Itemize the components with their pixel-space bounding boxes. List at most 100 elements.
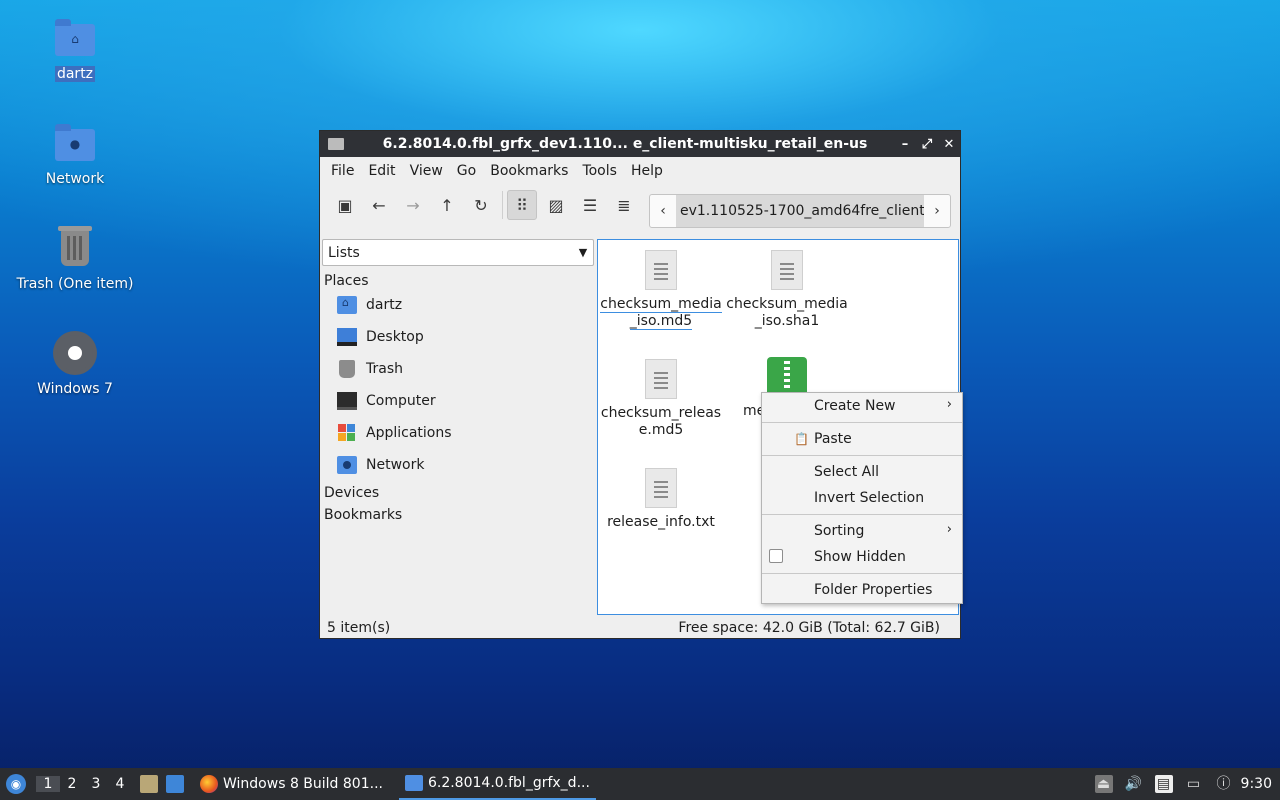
task-label: 6.2.8014.0.fbl_grfx_d... (427, 775, 590, 791)
task-firefox[interactable]: Windows 8 Build 801... (194, 768, 389, 800)
menu-item-select-all[interactable]: Select All (762, 459, 962, 485)
file-item[interactable]: checksum_media _iso.sha1 (726, 244, 848, 330)
menu-separator (762, 514, 962, 515)
sidebar-item-trash[interactable]: Trash (321, 353, 595, 385)
detailed-list-view-icon[interactable]: ≣ (609, 190, 639, 220)
menu-item-label: Paste (814, 431, 852, 447)
taskbar: ◉ 1 2 3 4 Windows 8 Build 801... 6.2.801… (0, 768, 1280, 800)
icon-view-icon[interactable]: ⠿ (507, 190, 537, 220)
trash-icon (339, 360, 355, 378)
text-file-icon (645, 468, 677, 508)
sidebar-mode-select[interactable]: Lists ▼ (322, 239, 594, 266)
system-tray: ⏏ 🔊 ▤ ▭ ⓘ 9:30 (1089, 768, 1280, 800)
menu-go[interactable]: Go (450, 163, 483, 179)
new-tab-icon[interactable]: ▣ (330, 190, 360, 220)
show-hidden-checkbox[interactable] (769, 549, 783, 563)
menu-item-label: Select All (814, 464, 879, 480)
compact-view-icon[interactable]: ☰ (575, 190, 605, 220)
menu-help[interactable]: Help (624, 163, 670, 179)
maximize-button[interactable]: ⤢ (916, 137, 938, 152)
context-menu: Create New › 📋 Paste Select All Invert S… (761, 392, 963, 604)
file-item[interactable]: checksum_media _iso.md5 (600, 244, 722, 330)
path-scroll-left-icon[interactable]: ‹ (650, 195, 676, 227)
clipboard-icon[interactable]: ▤ (1154, 775, 1173, 793)
close-button[interactable]: ✕ (938, 137, 960, 152)
volume-icon[interactable]: 🔊 (1125, 775, 1143, 793)
sidebar-mode-value: Lists (328, 244, 360, 261)
clock[interactable]: 9:30 (1241, 776, 1272, 792)
bookmarks-header[interactable]: Bookmarks (321, 501, 595, 523)
desktop-icon-windows7[interactable]: Windows 7 (10, 329, 140, 397)
workspace-2[interactable]: 2 (60, 776, 84, 792)
menu-item-paste[interactable]: 📋 Paste (762, 426, 962, 452)
desktop-icon-label: Network (45, 171, 105, 187)
network-icon[interactable]: ▭ (1185, 775, 1203, 793)
task-file-manager[interactable]: 6.2.8014.0.fbl_grfx_d... (398, 768, 596, 800)
file-name: checksum_media _iso.sha1 (726, 296, 848, 329)
task-label: Windows 8 Build 801... (223, 776, 383, 792)
clipboard-icon: 📋 (794, 432, 809, 446)
file-item[interactable]: checksum_releas e.md5 (600, 353, 722, 439)
eject-icon[interactable]: ⏏ (1094, 775, 1113, 793)
workspace-4[interactable]: 4 (108, 776, 132, 792)
menu-item-sorting[interactable]: Sorting › (762, 518, 962, 544)
file-cabinet-icon[interactable] (140, 775, 158, 793)
devices-header[interactable]: Devices (321, 481, 595, 501)
menu-file[interactable]: File (324, 163, 361, 179)
notification-icon[interactable]: ⓘ (1215, 775, 1233, 793)
menu-item-show-hidden[interactable]: Show Hidden (762, 544, 962, 570)
status-bar: 5 item(s) Free space: 42.0 GiB (Total: 6… (320, 617, 960, 639)
desktop-icon-label: Windows 7 (37, 381, 113, 397)
sidebar-item-network[interactable]: Network (321, 449, 595, 481)
file-item[interactable]: release_info.txt (600, 462, 722, 531)
menu-tools[interactable]: Tools (575, 163, 624, 179)
sidebar-item-desktop[interactable]: Desktop (321, 321, 595, 353)
workspace-3[interactable]: 3 (84, 776, 108, 792)
start-menu-icon[interactable]: ◉ (6, 774, 26, 794)
menu-separator (762, 422, 962, 423)
menu-item-label: Invert Selection (814, 490, 925, 506)
menu-item-folder-properties[interactable]: Folder Properties (762, 577, 962, 603)
window-titlebar[interactable]: 6.2.8014.0.fbl_grfx_dev1.110... e_client… (320, 131, 960, 157)
desktop-icon-trash[interactable]: Trash (One item) (10, 224, 140, 292)
reload-icon[interactable]: ↻ (466, 190, 496, 220)
up-arrow-icon[interactable]: ↑ (432, 190, 462, 220)
thumbnail-view-icon[interactable]: ▨ (541, 190, 571, 220)
applications-icon (337, 424, 357, 442)
sidebar-item-label: Trash (366, 361, 403, 377)
menu-item-invert-selection[interactable]: Invert Selection (762, 485, 962, 511)
window-folder-icon (328, 138, 344, 150)
sidebar-item-label: Network (366, 457, 425, 473)
show-desktop-icon[interactable] (166, 775, 184, 793)
menubar: File Edit View Go Bookmarks Tools Help (320, 157, 960, 185)
file-name: checksum_releas e.md5 (600, 405, 722, 438)
menu-item-label: Show Hidden (814, 549, 906, 565)
places-header: Places (324, 273, 369, 289)
workspace-1[interactable]: 1 (36, 776, 60, 792)
path-bar: ‹ ev1.110525-1700_amd64fre_client- › (649, 194, 951, 228)
menu-edit[interactable]: Edit (361, 163, 402, 179)
sidebar: Lists ▼ Places dartz Desktop Trash Compu… (321, 239, 595, 523)
sidebar-item-label: Computer (366, 393, 436, 409)
chevron-right-icon: › (946, 397, 952, 412)
desktop-icon-label: Trash (One item) (16, 276, 134, 292)
back-arrow-icon[interactable]: ← (364, 190, 394, 220)
forward-arrow-icon[interactable]: → (398, 190, 428, 220)
desktop-icon-home[interactable]: ⌂ dartz (10, 14, 140, 82)
chevron-down-icon: ▼ (578, 246, 588, 259)
menu-bookmarks[interactable]: Bookmarks (483, 163, 575, 179)
window-title: 6.2.8014.0.fbl_grfx_dev1.110... e_client… (382, 136, 868, 152)
sidebar-item-applications[interactable]: Applications (321, 417, 595, 449)
desktop-icon-network[interactable]: ● Network (10, 119, 140, 187)
path-crumb[interactable]: ev1.110525-1700_amd64fre_client- (676, 195, 924, 227)
menu-item-label: Sorting (814, 523, 865, 539)
menu-item-create-new[interactable]: Create New › (762, 393, 962, 419)
sidebar-item-label: dartz (366, 297, 403, 313)
menu-separator (762, 455, 962, 456)
minimize-button[interactable]: – (894, 137, 916, 152)
menu-view[interactable]: View (403, 163, 450, 179)
path-scroll-right-icon[interactable]: › (924, 195, 950, 227)
folder-icon (404, 775, 423, 791)
sidebar-item-dartz[interactable]: dartz (321, 289, 595, 321)
sidebar-item-computer[interactable]: Computer (321, 385, 595, 417)
